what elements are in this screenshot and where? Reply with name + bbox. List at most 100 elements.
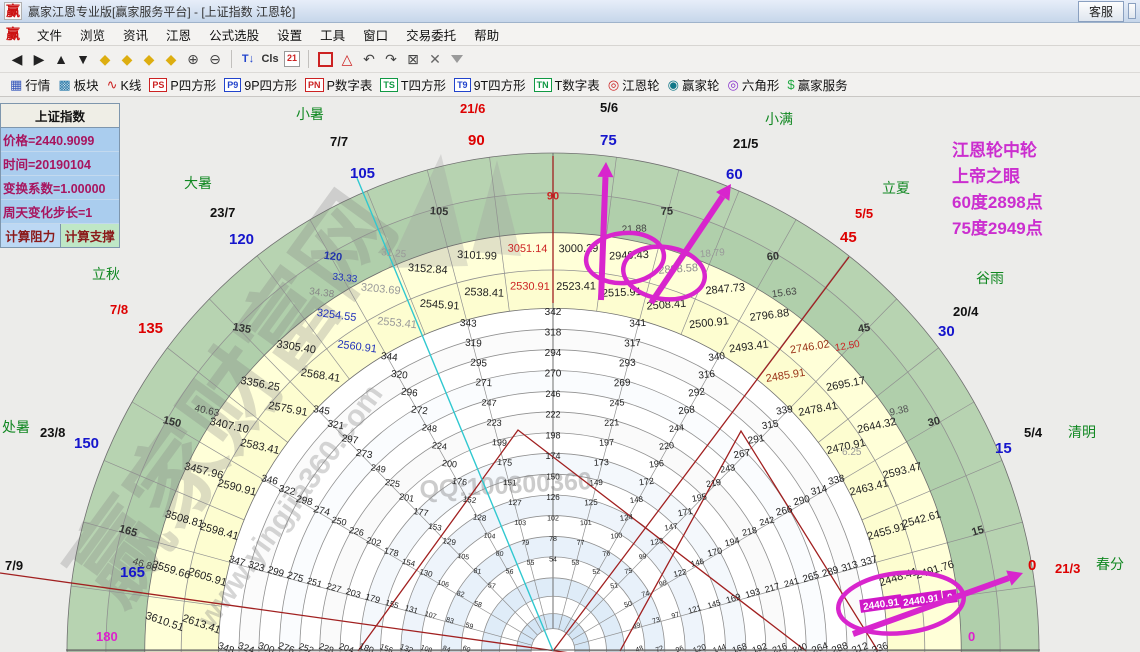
spiral-cell: 247 [481,397,497,408]
rim-label: 23/8 [40,425,65,440]
diamond-left-icon[interactable]: ◆ [95,49,115,69]
menu-item-5[interactable]: 设置 [268,23,311,46]
menu-item-2[interactable]: 资讯 [114,23,157,46]
spiral-cell: 78 [549,536,557,543]
rim-label: 21/6 [460,101,485,116]
menu-item-1[interactable]: 浏览 [71,23,114,46]
panel-row-2[interactable]: 变换系数=1.00000 [1,176,119,200]
toolbar-item-t-number-table[interactable]: TNT数字表 [534,75,600,94]
rim-label: 60 [726,166,743,183]
calc-support-button[interactable]: 计算支撑 [61,224,120,247]
nav-forward-icon[interactable]: ▶ [29,49,49,69]
rotate-ccw-icon[interactable]: ↶ [359,49,379,69]
rim-label: 5/6 [600,100,618,115]
spiral-cell: 80 [495,550,504,558]
rim-label: 180 [96,629,118,644]
annotation-line-1: 上帝之眼 [952,164,1043,190]
rim-label: 21/3 [1055,561,1080,576]
spiral-cell: 221 [604,417,620,428]
window-title: 赢家江恩专业版[赢家服务平台] - [上证指数 江恩轮] [28,3,1074,20]
zoom-in-icon[interactable]: ⊕ [183,49,203,69]
price-cell-p1: 3101.99 [457,249,497,263]
spiral-cell: 316 [698,369,716,382]
menu-item-7[interactable]: 窗口 [354,23,397,46]
spiral-cell: 54 [549,557,557,564]
spiral-cell: 318 [545,327,562,338]
toolbar-item-9t-square[interactable]: T99T四方形 [454,75,526,94]
panel-row-1[interactable]: 时间=20190104 [1,152,119,176]
customer-service-button[interactable]: 客服 [1078,1,1124,22]
toolbar-item-winner-service[interactable]: $赢家服务 [787,75,847,94]
clear-draw-icon[interactable] [447,49,467,69]
spiral-cell: 224 [431,440,447,452]
toolbar-item-winner-wheel[interactable]: ◉赢家轮 [668,75,720,94]
diamond-up-icon[interactable]: ◆ [139,49,159,69]
toolbar-item-hexagon[interactable]: ◎六角形 [728,75,780,94]
zoom-out-icon[interactable]: ⊖ [205,49,225,69]
t-axis-icon[interactable]: T↓ [238,49,258,69]
cls-icon[interactable]: Cls [260,49,280,69]
menu-item-4[interactable]: 公式选股 [200,23,268,46]
price-cell-p2: 2523.41 [556,280,596,293]
partial-button[interactable] [1128,3,1136,19]
toolbar-item-quotes[interactable]: ▦行情 [10,75,50,94]
9t-square-label: 9T四方形 [474,75,526,94]
winner-wheel-icon: ◉ [668,77,679,93]
drawing-toolbar: ◀▶▲▼◆◆◆◆⊕⊖T↓Cls21△↶↷⊠✕ [0,46,1140,73]
spiral-cell: 101 [580,520,592,528]
rotate-cw-icon[interactable]: ↷ [381,49,401,69]
diamond-right-icon[interactable]: ◆ [117,49,137,69]
nav-back-icon[interactable]: ◀ [7,49,27,69]
toolbar-item-9p-square[interactable]: P99P四方形 [224,75,297,94]
t-number-table-label: T数字表 [555,75,600,94]
rim-label: 90 [468,132,485,149]
spiral-cell: 56 [505,568,514,576]
spiral-cell: 196 [648,458,664,470]
toolbar-item-p-square[interactable]: PSP四方形 [149,75,216,94]
toolbar-item-kline[interactable]: ∿K线 [107,75,142,94]
toolbar-item-p-number-table[interactable]: PNP数字表 [305,75,372,94]
spiral-cell: 295 [470,358,488,370]
gann-wheel-canvas[interactable]: 赢家财富网www.yingjia360.comQQ:1008003602491.… [0,0,1140,652]
rim-label: 75 [600,132,617,149]
calendar-glyph: 21 [284,51,300,67]
calendar-icon[interactable]: 21 [282,49,302,69]
winner-service-label: 赢家服务 [798,75,848,94]
menu-item-3[interactable]: 江恩 [157,23,200,46]
panel-row-3[interactable]: 周天变化步长=1 [1,200,119,224]
zoom-select-icon[interactable]: ✕ [425,49,445,69]
spiral-cell: 270 [545,369,562,380]
toolbar-separator [231,50,232,68]
rim-label: 30 [938,323,955,340]
price-cell-p1: 3051.14 [508,243,548,256]
rim-label: 21/5 [733,136,758,151]
toolbar-item-gann-wheel[interactable]: ◎江恩轮 [608,75,660,94]
calc-resistance-button[interactable]: 计算阻力 [1,224,61,247]
fit-screen-icon[interactable]: ⊠ [403,49,423,69]
spiral-cell: 341 [629,318,647,330]
spiral-cell: 176 [452,476,468,488]
price-cell-p2: 2538.41 [464,286,504,300]
gann-wheel-label: 江恩轮 [622,75,660,94]
spiral-cell: 269 [614,377,632,389]
rim-label: 6.25 [842,447,862,458]
panel-row-0[interactable]: 价格=2440.9099 [1,128,119,152]
spiral-cell: 51 [610,582,619,590]
menu-item-0[interactable]: 文件 [28,23,71,46]
diamond-down-icon[interactable]: ◆ [161,49,181,69]
toolbar-item-t-square[interactable]: TST四方形 [380,75,446,94]
menu-item-6[interactable]: 工具 [311,23,354,46]
menu-item-8[interactable]: 交易委托 [397,23,465,46]
rect-tool-icon[interactable] [315,49,335,69]
sectors-icon: ▩ [58,77,70,93]
p-number-table-icon: PN [305,78,324,92]
nav-up-icon[interactable]: ▲ [51,49,71,69]
decimal-cell: 18.79 [699,247,725,260]
spiral-cell: 200 [441,458,457,470]
toolbar-item-sectors[interactable]: ▩板块 [58,75,98,94]
spiral-cell: 57 [487,582,496,590]
spiral-cell: 127 [508,498,522,508]
nav-down-icon[interactable]: ▼ [73,49,93,69]
menu-item-9[interactable]: 帮助 [465,23,508,46]
triangle-tool-icon[interactable]: △ [337,49,357,69]
